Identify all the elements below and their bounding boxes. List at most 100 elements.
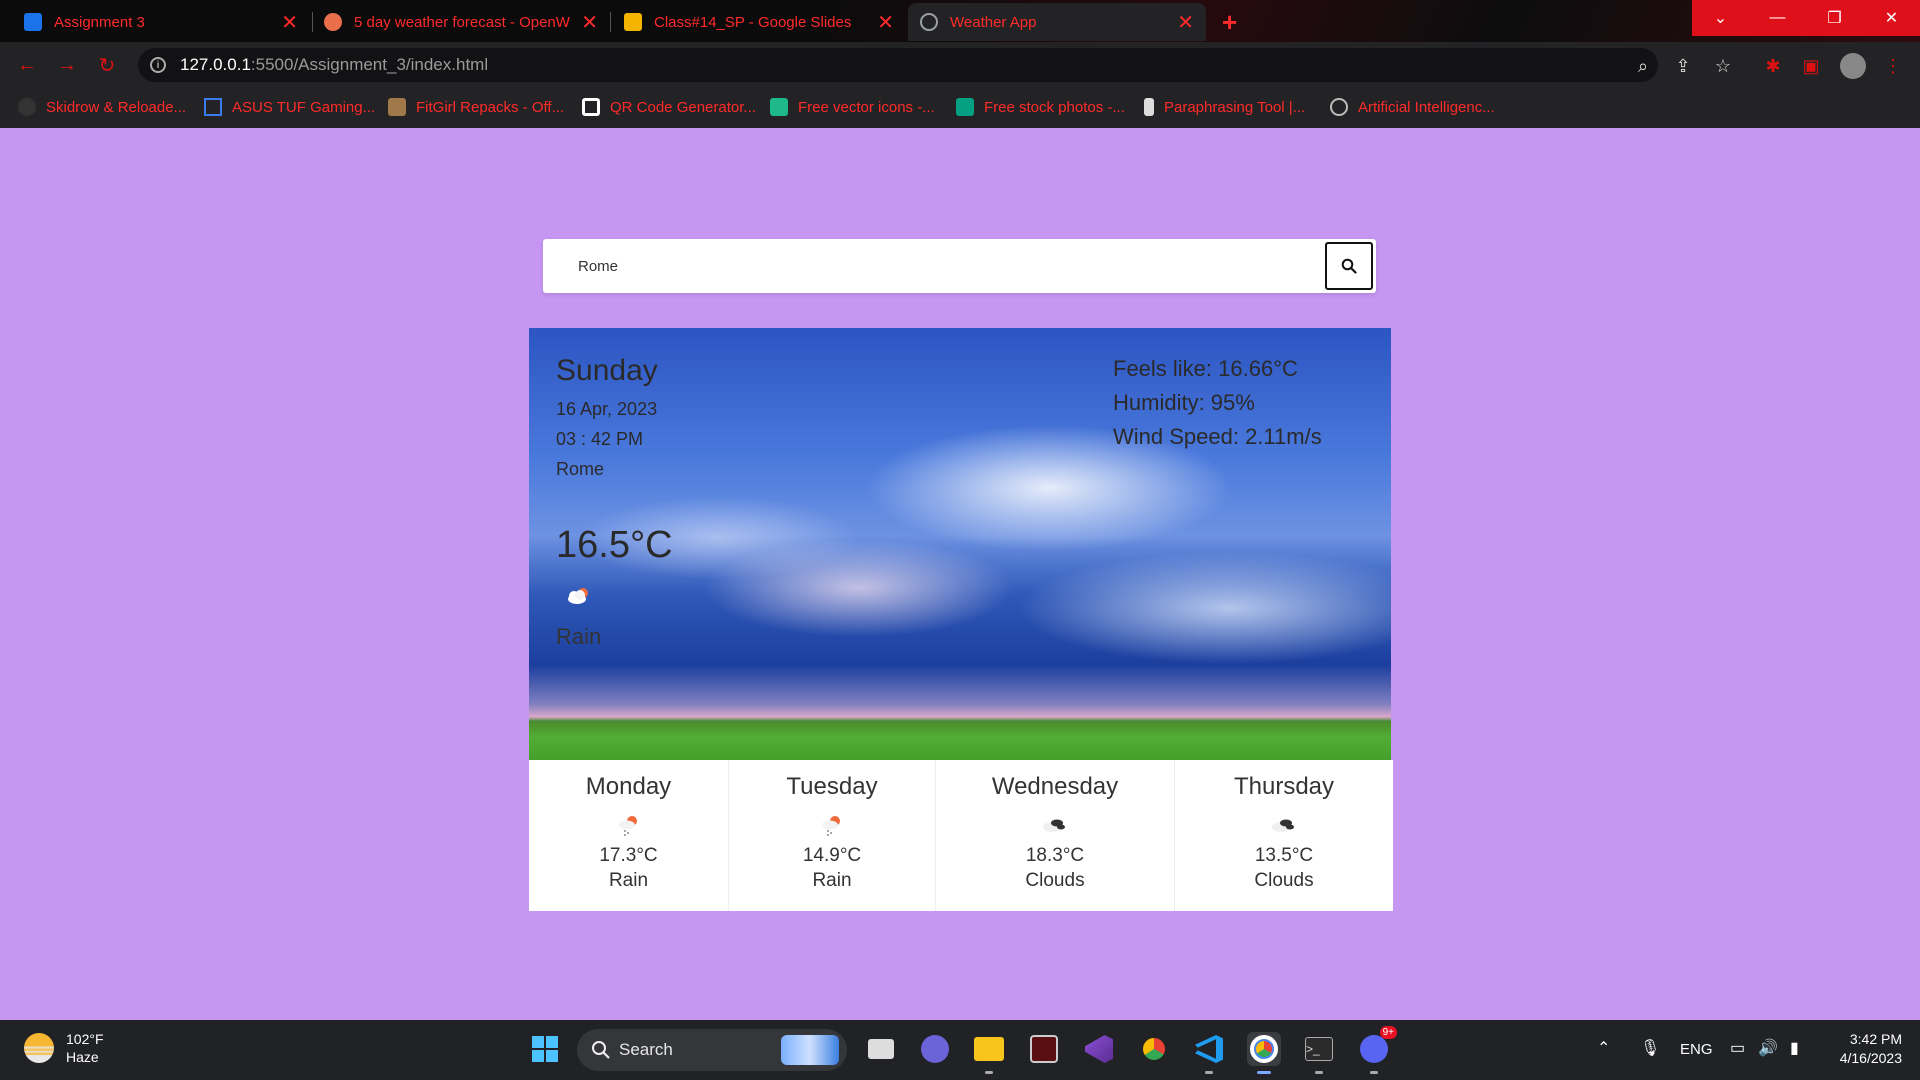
wind-speed: Wind Speed: 2.11m/s: [1113, 424, 1322, 449]
bookmarks-bar: Skidrow & Reloade... ASUS TUF Gaming... …: [0, 88, 1920, 128]
vector-icon: [770, 98, 788, 116]
chrome-canary-icon[interactable]: [1137, 1032, 1171, 1066]
current-temp: 16.5°C: [556, 524, 673, 566]
tab-weather-app[interactable]: Weather App ✕: [908, 3, 1206, 41]
tab-divider: [610, 12, 611, 32]
show-hidden-icons-chevron-icon[interactable]: ⌃: [1597, 1038, 1610, 1058]
taskbar-search[interactable]: Search: [577, 1029, 847, 1071]
close-icon[interactable]: ✕: [581, 10, 598, 35]
rain-icon: [817, 811, 847, 841]
visual-studio-icon[interactable]: [1082, 1032, 1116, 1066]
forecast-row: Monday 17.3°C Rain Tuesday 14.9°C Rain W…: [529, 760, 1393, 911]
forecast-day-name: Monday: [585, 773, 672, 800]
site-info-icon[interactable]: i: [150, 57, 166, 73]
minimize-button[interactable]: —: [1749, 0, 1806, 36]
google-slides-icon: [624, 13, 642, 31]
tab-assignment-3[interactable]: Assignment 3 ✕: [12, 3, 310, 41]
close-icon[interactable]: ✕: [281, 10, 298, 35]
grass-background: [529, 722, 1391, 760]
taskbar-weather-desc: Haze: [66, 1049, 99, 1065]
extensions-icon[interactable]: ✱: [1762, 55, 1784, 77]
search-icon: [1341, 258, 1357, 274]
side-panel-icon[interactable]: ▣: [1800, 55, 1822, 77]
new-tab-button[interactable]: +: [1222, 7, 1237, 38]
forecast-description: Clouds: [1025, 870, 1085, 891]
bookmark-asus[interactable]: ASUS TUF Gaming...: [204, 98, 375, 116]
search-highlight-icon: [781, 1035, 839, 1065]
url-host: 127.0.0.1: [180, 55, 251, 74]
address-bar[interactable]: i 127.0.0.1:5500/Assignment_3/index.html: [138, 48, 1658, 82]
discord-icon[interactable]: 9+: [1357, 1026, 1397, 1074]
search-button[interactable]: [1325, 242, 1373, 290]
back-button[interactable]: ←: [12, 50, 42, 80]
forecast-day-card: Thursday 13.5°C Clouds: [1175, 760, 1393, 911]
bookmark-qr-code[interactable]: QR Code Generator...: [582, 98, 756, 116]
taskbar-weather-temp: 102°F: [66, 1031, 104, 1047]
tab-google-slides[interactable]: Class#14_SP - Google Slides ✕: [612, 3, 906, 41]
humidity: Humidity: 95%: [1113, 390, 1255, 415]
forecast-description: Rain: [812, 870, 852, 891]
taskbar-search-label: Search: [619, 1040, 673, 1059]
menu-kebab-icon[interactable]: ⋮: [1882, 55, 1904, 77]
language-indicator[interactable]: ENG: [1680, 1041, 1713, 1058]
restore-button[interactable]: ❐: [1806, 0, 1863, 36]
forecast-description: Rain: [608, 870, 649, 891]
forecast-day-card: Tuesday 14.9°C Rain: [729, 760, 936, 911]
close-icon[interactable]: ✕: [877, 10, 894, 35]
browser-toolbar: ← → ↻ i 127.0.0.1:5500/Assignment_3/inde…: [0, 42, 1920, 88]
chrome-icon[interactable]: [1247, 1032, 1281, 1074]
forecast-temp: 13.5°C: [1254, 845, 1314, 866]
task-view-icon[interactable]: [864, 1032, 898, 1066]
bookmark-skidrow[interactable]: Skidrow & Reloade...: [18, 98, 186, 116]
bookmark-star-icon[interactable]: ☆: [1712, 55, 1734, 77]
forecast-temp: 17.3°C: [599, 845, 658, 866]
taskbar-clock[interactable]: 3:42 PM 4/16/2023: [1840, 1030, 1902, 1068]
bookmark-paraphrasing[interactable]: Paraphrasing Tool |...: [1144, 98, 1305, 116]
forecast-day-name: Tuesday: [786, 773, 878, 800]
microphone-icon[interactable]: 🎙: [1640, 1038, 1660, 1058]
network-icon[interactable]: ▭: [1730, 1038, 1745, 1058]
taskbar-weather-widget[interactable]: 102°F Haze: [24, 1030, 104, 1066]
volume-icon[interactable]: 🔊: [1758, 1038, 1778, 1058]
tab-openweather[interactable]: 5 day weather forecast - OpenW ✕: [312, 3, 610, 41]
windows-taskbar: 102°F Haze Search >_ 9+ ⌃ 🎙 ENG ▭ 🔊 ▮ 3:…: [0, 1020, 1920, 1080]
file-explorer-icon[interactable]: [972, 1032, 1006, 1074]
current-description: Rain: [556, 624, 602, 649]
current-weather-card: Sunday 16 Apr, 2023 03 : 42 PM Rome 16.5…: [529, 328, 1391, 760]
forecast-day-card: Monday 17.3°C Rain: [529, 760, 729, 911]
terminal-icon[interactable]: >_: [1302, 1032, 1336, 1074]
clock-time: 3:42 PM: [1849, 1031, 1902, 1047]
vscode-icon[interactable]: [1192, 1032, 1226, 1074]
skull-icon: [18, 98, 36, 116]
close-icon[interactable]: ✕: [1177, 10, 1194, 35]
forecast-day-card: Wednesday 18.3°C Clouds: [936, 760, 1175, 911]
tab-search-button[interactable]: ⌄: [1692, 0, 1749, 36]
bookmark-stock-photos[interactable]: Free stock photos -...: [956, 98, 1125, 116]
profile-avatar[interactable]: [1840, 53, 1866, 79]
globe-icon: [920, 13, 938, 31]
asus-icon: [204, 98, 222, 116]
bookmark-ai[interactable]: Artificial Intelligenc...: [1330, 98, 1495, 116]
bookmark-vector-icons[interactable]: Free vector icons -...: [770, 98, 935, 116]
teams-icon[interactable]: [918, 1032, 952, 1066]
current-day: Sunday: [556, 354, 658, 387]
bookmark-fitgirl[interactable]: FitGirl Repacks - Off...: [388, 98, 564, 116]
share-icon[interactable]: ⇪: [1672, 55, 1694, 77]
game-app-icon[interactable]: [1027, 1032, 1061, 1066]
feels-like: Feels like: 16.66°C: [1113, 356, 1298, 381]
battery-icon[interactable]: ▮: [1790, 1038, 1799, 1058]
forecast-description: Clouds: [1254, 870, 1314, 891]
reload-button[interactable]: ↻: [92, 50, 122, 80]
start-button[interactable]: [528, 1032, 562, 1066]
browser-chrome: Assignment 3 ✕ 5 day weather forecast - …: [0, 0, 1920, 128]
pexels-icon: [956, 98, 974, 116]
discord-notification-badge: 9+: [1379, 1026, 1397, 1039]
qr-icon: [582, 98, 600, 116]
city-search-input[interactable]: [543, 239, 1323, 293]
url-text: 127.0.0.1:5500/Assignment_3/index.html: [180, 55, 488, 75]
zoom-icon[interactable]: ⌕: [1632, 55, 1654, 77]
close-window-button[interactable]: ✕: [1863, 0, 1920, 36]
globe-icon: [1330, 98, 1348, 116]
forecast-temp: 18.3°C: [1025, 845, 1085, 866]
forward-button[interactable]: →: [52, 50, 82, 80]
